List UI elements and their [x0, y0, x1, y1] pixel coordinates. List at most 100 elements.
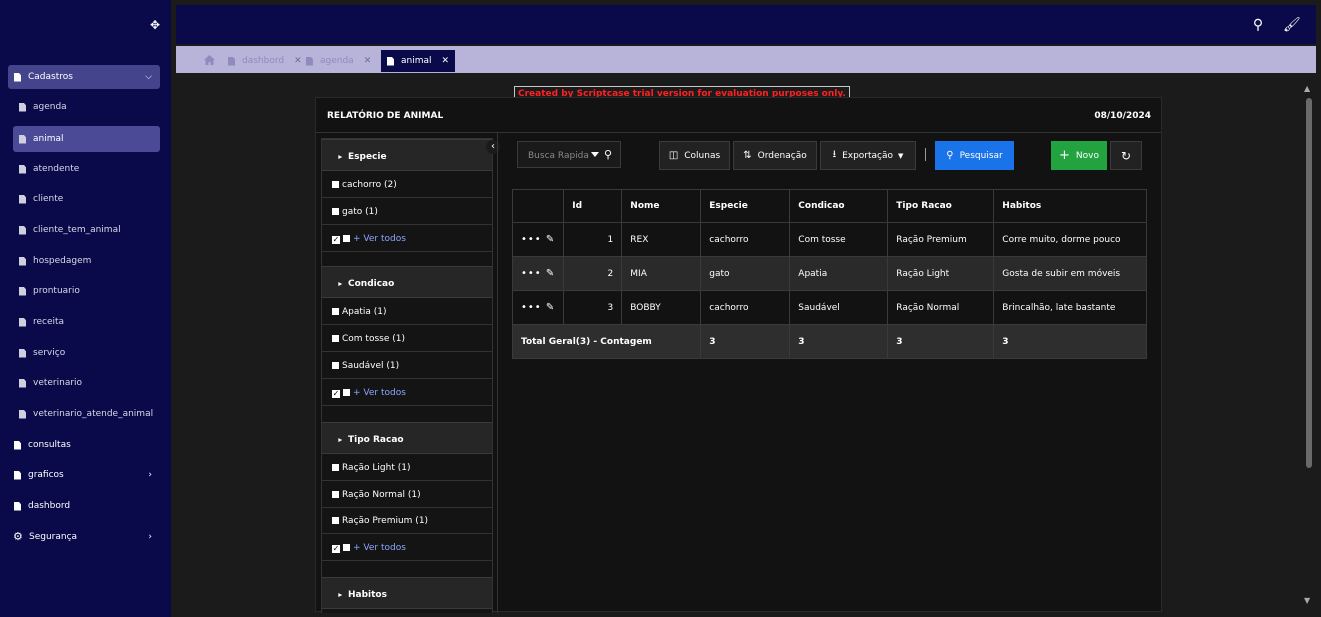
button-label: Novo — [1075, 150, 1099, 161]
close-icon[interactable]: ✕ — [364, 56, 372, 66]
sidebar-item-consultas[interactable]: consultas — [8, 433, 160, 457]
checkbox[interactable] — [332, 208, 339, 215]
scroll-up-icon[interactable]: ▲ — [1304, 84, 1310, 93]
checkbox[interactable] — [343, 389, 350, 396]
collapse-sidebar-icon[interactable]: ✥ — [148, 18, 162, 32]
sidebar-item-graficos[interactable]: graficos › — [8, 463, 160, 487]
check-icon[interactable]: ✓ — [332, 390, 340, 398]
tab-animal[interactable]: animal ✕ — [381, 50, 456, 72]
checkbox[interactable] — [332, 517, 339, 524]
sidebar-item-label: agenda — [33, 102, 67, 112]
sidebar-item-atendente[interactable]: atendente — [13, 157, 160, 181]
filter-group-tipo-racao[interactable]: Tipo Racao — [322, 422, 492, 454]
sidebar-item-label: Cadastros — [28, 72, 73, 82]
tab-agenda[interactable]: agenda ✕ — [300, 50, 377, 72]
total-cell: 3 — [887, 324, 995, 359]
table-row[interactable]: ••• ✎ 1 REX cachorro Com tosse Ração Pre… — [511, 222, 1147, 257]
checkbox[interactable] — [332, 491, 339, 498]
chevron-right-icon: › — [148, 532, 152, 542]
sidebar-item-receita[interactable]: receita — [13, 310, 160, 334]
refresh-button[interactable]: ↻ — [1110, 141, 1142, 170]
checkbox[interactable] — [332, 181, 339, 188]
column-header[interactable]: Id — [563, 189, 623, 223]
sidebar-item-cliente[interactable]: cliente — [13, 187, 160, 211]
filter-option[interactable]: cachorro (2) — [322, 171, 492, 198]
doc-icon — [19, 317, 26, 327]
report-header: RELATÓRIO DE ANIMAL 08/10/2024 — [316, 98, 1161, 133]
see-all-link[interactable]: + Ver todos — [353, 388, 406, 398]
filter-option[interactable]: Ração Normal (1) — [322, 481, 492, 508]
column-header[interactable]: Nome — [621, 189, 702, 223]
sidebar-item-agenda[interactable]: agenda — [13, 95, 160, 119]
column-header[interactable]: Habitos — [993, 189, 1147, 223]
checkbox[interactable] — [343, 544, 350, 551]
checkbox[interactable] — [343, 235, 350, 242]
table-row[interactable]: ••• ✎ 2 MIA gato Apatia Ração Light Gost… — [511, 256, 1147, 291]
sidebar-item-prontuario[interactable]: prontuario — [13, 279, 160, 303]
filter-group-habitos[interactable]: Habitos — [322, 577, 492, 609]
filter-option[interactable]: gato (1) — [322, 198, 492, 225]
sidebar-item-label: animal — [33, 134, 64, 144]
button-label: Exportação — [842, 150, 894, 161]
quick-search-input[interactable]: Busca Rapida ⚲ — [517, 141, 621, 168]
filter-option[interactable]: Saudável (1) — [322, 352, 492, 379]
filter-option[interactable]: Ração Light (1) — [322, 454, 492, 481]
sidebar-item-hospedagem[interactable]: hospedagem — [13, 249, 160, 273]
table-row[interactable]: ••• ✎ 3 BOBBY cachorro Saudável Ração No… — [511, 290, 1147, 325]
edit-icon[interactable]: ✎ — [546, 234, 555, 245]
sort-button[interactable]: ⇅ Ordenação — [733, 141, 817, 170]
see-all-link[interactable]: + Ver todos — [353, 234, 406, 244]
filter-option[interactable]: Com tosse (1) — [322, 325, 492, 352]
sidebar-item-cliente-tem-animal[interactable]: cliente_tem_animal — [13, 218, 160, 242]
filter-see-all[interactable]: ✓ + Ver todos — [322, 534, 492, 561]
tab-dashbord[interactable]: dashbord ✕ — [222, 50, 308, 72]
export-button[interactable]: ⭳ Exportação ▼ — [820, 141, 916, 170]
search-icon[interactable]: ⚲ — [1250, 17, 1266, 33]
row-actions: ••• ✎ — [511, 222, 565, 257]
sidebar-item-cadastros[interactable]: Cadastros ⌵ — [8, 65, 160, 89]
search-button[interactable]: ⚲ Pesquisar — [935, 141, 1014, 170]
doc-icon — [387, 56, 394, 66]
sidebar-item-animal[interactable]: animal — [13, 126, 160, 152]
sidebar-item-veterinario-atende-animal[interactable]: veterinario_atende_animal — [13, 402, 160, 426]
check-icon[interactable]: ✓ — [332, 545, 340, 553]
paint-roller-icon[interactable]: 🖌 — [1283, 17, 1301, 33]
checkbox[interactable] — [332, 362, 339, 369]
filter-option[interactable]: Ração Premium (1) — [322, 507, 492, 534]
filter-option[interactable]: Apatia (1) — [322, 298, 492, 325]
columns-button[interactable]: ◫ Colunas — [659, 141, 730, 170]
more-icon[interactable]: ••• — [521, 268, 542, 279]
scroll-thumb[interactable] — [1306, 98, 1312, 468]
check-icon[interactable]: ✓ — [332, 236, 340, 244]
search-icon[interactable]: ⚲ — [604, 148, 612, 161]
sidebar-item-dashbord[interactable]: dashbord — [8, 494, 160, 518]
checkbox[interactable] — [332, 464, 339, 471]
table-cell: Ração Light — [887, 256, 995, 291]
animal-table: Id Nome Especie Condicao Tipo Racao Habi… — [511, 189, 1147, 359]
home-icon[interactable] — [204, 55, 215, 65]
column-header[interactable]: Tipo Racao — [887, 189, 995, 223]
edit-icon[interactable]: ✎ — [546, 302, 555, 313]
scroll-down-icon[interactable]: ▼ — [1304, 596, 1310, 605]
sidebar-item-veterinario[interactable]: veterinario — [13, 371, 160, 395]
sidebar-item-servico[interactable]: serviço — [13, 341, 160, 365]
sidebar-item-seguranca[interactable]: Segurança › — [8, 525, 160, 549]
scrollbar[interactable]: ▲ ▼ — [1302, 84, 1316, 612]
filter-group-especie[interactable]: Especie — [322, 139, 492, 171]
close-icon[interactable]: ✕ — [442, 56, 450, 66]
checkbox[interactable] — [332, 335, 339, 342]
caret-down-icon[interactable] — [591, 152, 599, 157]
checkbox[interactable] — [332, 308, 339, 315]
column-header[interactable]: Condicao — [789, 189, 889, 223]
column-header[interactable]: Especie — [700, 189, 791, 223]
doc-icon — [14, 470, 21, 480]
filter-group-condicao[interactable]: Condicao — [322, 266, 492, 298]
edit-icon[interactable]: ✎ — [546, 268, 555, 279]
more-icon[interactable]: ••• — [521, 302, 542, 313]
new-button[interactable]: + Novo — [1051, 141, 1107, 170]
filter-see-all[interactable]: ✓ + Ver todos — [322, 225, 492, 252]
gear-icon — [13, 530, 23, 543]
filter-see-all[interactable]: ✓ + Ver todos — [322, 379, 492, 406]
more-icon[interactable]: ••• — [521, 234, 542, 245]
see-all-link[interactable]: + Ver todos — [353, 543, 406, 553]
